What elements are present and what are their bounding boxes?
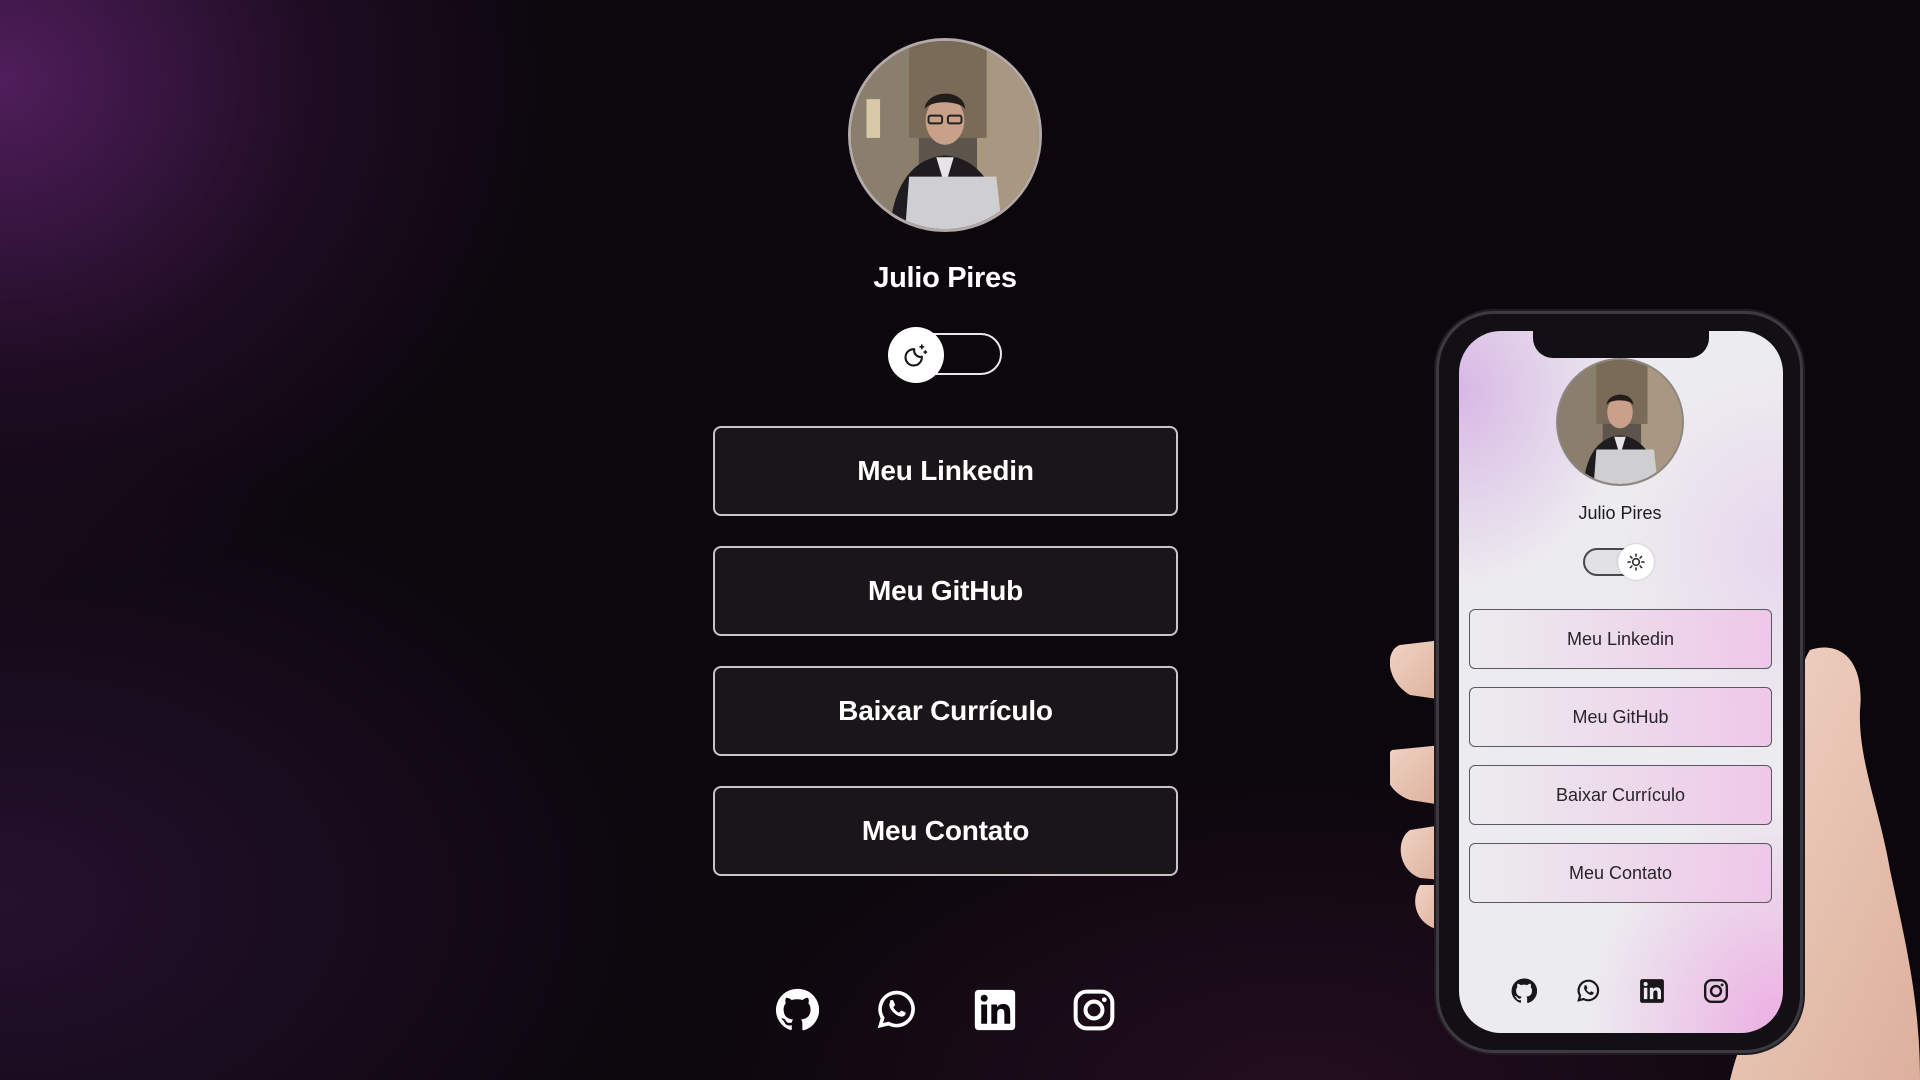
phone-github-button[interactable]: Meu GitHub (1469, 687, 1772, 747)
phone-contact-button[interactable]: Meu Contato (1469, 843, 1772, 903)
download-resume-button[interactable]: Baixar Currículo (713, 666, 1178, 756)
linkedin-icon[interactable] (1639, 978, 1665, 1004)
profile-photo-icon (851, 41, 1039, 229)
linkedin-link-button[interactable]: Meu Linkedin (713, 426, 1178, 516)
theme-toggle[interactable] (888, 327, 1002, 383)
github-icon[interactable] (1511, 978, 1537, 1004)
instagram-icon[interactable] (1072, 988, 1116, 1032)
phone-download-resume-button[interactable]: Baixar Currículo (1469, 765, 1772, 825)
phone-theme-toggle[interactable] (1583, 544, 1654, 580)
phone-profile-avatar (1556, 358, 1684, 486)
profile-name: Julio Pires (873, 262, 1017, 294)
instagram-icon[interactable] (1703, 978, 1729, 1004)
whatsapp-icon[interactable] (874, 988, 918, 1032)
phone-linkedin-button[interactable]: Meu Linkedin (1469, 609, 1772, 669)
profile-photo-icon (1558, 360, 1682, 484)
phone-profile-name: Julio Pires (1578, 503, 1662, 523)
phone-toggle-knob[interactable] (1618, 544, 1654, 580)
profile-avatar (848, 38, 1042, 232)
linkedin-icon[interactable] (973, 988, 1017, 1032)
phone-notch (1533, 328, 1709, 358)
toggle-knob[interactable] (888, 327, 944, 383)
moon-icon (904, 344, 928, 367)
github-icon[interactable] (775, 988, 819, 1032)
sun-icon (1627, 553, 1645, 571)
github-link-button[interactable]: Meu GitHub (713, 546, 1178, 636)
whatsapp-icon[interactable] (1575, 978, 1601, 1004)
contact-link-button[interactable]: Meu Contato (713, 786, 1178, 876)
